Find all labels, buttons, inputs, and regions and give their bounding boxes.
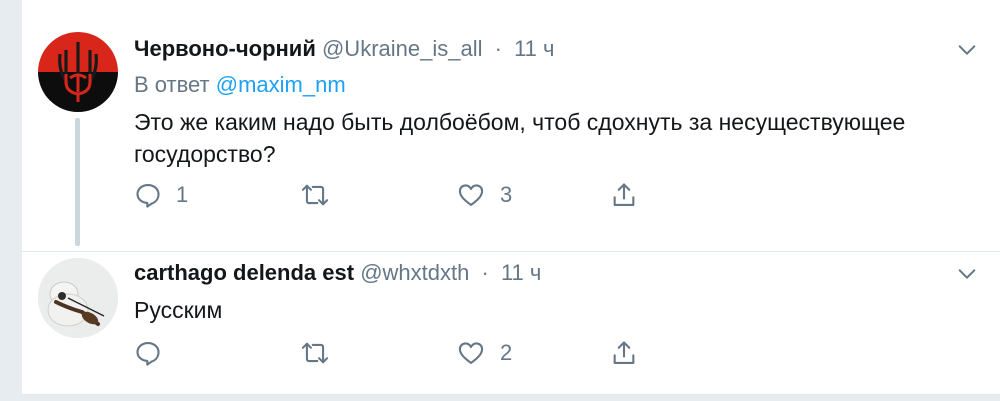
separator-dot: · [494,36,502,61]
reply-mention-link[interactable]: @maxim_nm [216,72,346,97]
reply-button[interactable] [134,338,176,368]
tweet-header: carthago delenda est @whxtdxth · 11 ч [134,260,541,286]
tweet-text: Русским [134,297,223,323]
like-count: 3 [500,182,513,207]
like-button[interactable]: 2 [456,338,512,368]
trident-flag-icon [38,32,118,112]
user-handle[interactable]: @Ukraine_is_all [322,36,483,61]
separator-dot: · [481,260,489,285]
tweet-1[interactable]: Червоно-чорний @Ukraine_is_all · 11 ч В … [22,0,1000,250]
speech-bubble-icon [136,184,160,208]
reply-count: 1 [176,182,189,207]
speech-bubble-icon [136,342,160,366]
replying-to: В ответ @maxim_nm [134,72,346,98]
timestamp[interactable]: 11 ч [514,36,554,61]
tweet-text: Это же каким надо быть долбоёбом, чтоб с… [134,109,906,167]
tweet-actions: 2 [134,338,654,368]
avatar[interactable] [38,32,118,112]
user-handle[interactable]: @whxtdxth [360,260,469,285]
share-upload-icon [613,183,635,206]
retweet-button[interactable] [300,180,344,210]
avatar[interactable] [38,258,118,338]
reply-prefix: В ответ [134,72,210,97]
timeline-panel: Червоно-чорний @Ukraine_is_all · 11 ч В … [22,0,1000,395]
retweet-button[interactable] [300,338,344,368]
display-name[interactable]: carthago delenda est [134,260,354,285]
retweet-arrows-icon [301,184,329,206]
retweet-arrows-icon [301,342,329,364]
heart-icon [458,342,484,364]
tweet-actions: 1 3 [134,180,654,210]
tweet-2[interactable]: carthago delenda est @whxtdxth · 11 ч Ру… [22,252,1000,394]
heart-icon [458,184,484,206]
share-button[interactable] [610,180,638,210]
thread-connector-line [75,118,80,246]
tweet-header: Червоно-чорний @Ukraine_is_all · 11 ч [134,36,554,62]
share-upload-icon [613,341,635,364]
chevron-down-icon[interactable] [956,263,978,285]
share-button[interactable] [610,338,638,368]
like-button[interactable]: 3 [456,180,512,210]
timestamp[interactable]: 11 ч [501,260,541,285]
like-count: 2 [500,340,513,365]
violinist-photo-icon [38,258,118,338]
display-name[interactable]: Червоно-чорний [134,36,316,61]
chevron-down-icon[interactable] [956,39,978,61]
reply-button[interactable]: 1 [134,180,188,210]
